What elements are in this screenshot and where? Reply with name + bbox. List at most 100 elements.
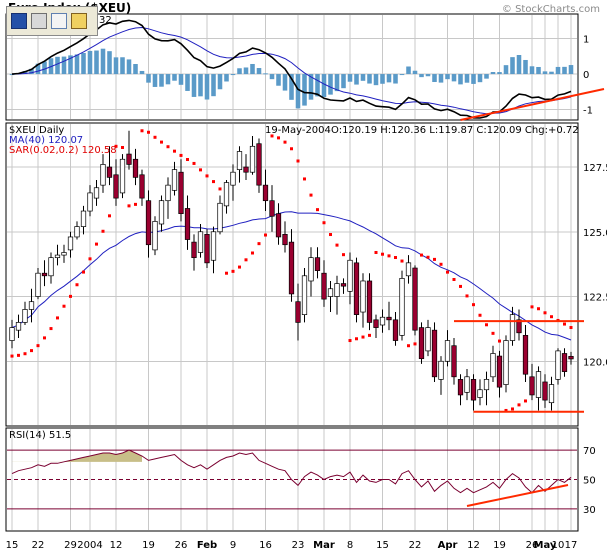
sar-dot	[530, 305, 534, 309]
macd-histogram-bar	[74, 54, 80, 75]
toolbar	[6, 6, 98, 36]
watermark: © StockCharts.com	[502, 4, 600, 15]
candle-body	[535, 371, 542, 398]
macd-histogram-bar	[139, 70, 145, 75]
candle-body	[496, 355, 503, 388]
macd-histogram-bar	[555, 66, 561, 75]
macd-histogram-bar	[120, 57, 125, 75]
candle-body	[67, 236, 74, 251]
x-tick-label: 10	[552, 540, 565, 551]
sar-dot	[283, 140, 287, 144]
sar-dot	[23, 352, 27, 356]
macd-histogram-bar	[438, 74, 444, 83]
candle-body	[444, 340, 451, 362]
macd-histogram-bar	[484, 74, 489, 79]
macd-histogram-bar	[295, 74, 301, 109]
sar-dot	[316, 208, 319, 212]
candle-body	[509, 314, 516, 341]
macd-histogram-bar	[542, 71, 548, 75]
macd-histogram-bar	[178, 74, 184, 85]
candle-body	[113, 174, 119, 199]
sar-dot	[296, 159, 300, 163]
edit-icon[interactable]	[71, 13, 87, 29]
sar-dot	[511, 407, 514, 411]
sar-dot	[160, 140, 163, 144]
sar-dot	[10, 354, 14, 358]
sar-dot	[342, 253, 345, 257]
sar-dot	[439, 262, 443, 266]
x-tick-label: 15	[376, 540, 389, 551]
candle-body	[171, 169, 178, 191]
macd-histogram-bar	[315, 74, 320, 97]
sar-dot	[101, 229, 105, 233]
macd-histogram-bar	[230, 74, 236, 76]
macd-histogram-bar	[250, 63, 255, 75]
candle-body	[412, 267, 418, 331]
macd-histogram-bar	[276, 74, 281, 86]
sar-dot	[420, 253, 423, 257]
macd-histogram-bar	[263, 73, 268, 75]
sar-dot	[17, 353, 20, 357]
macd-histogram-bar	[451, 74, 457, 82]
candle-body	[353, 262, 360, 315]
sar-dot	[225, 271, 228, 275]
macd-histogram-bar	[146, 74, 151, 83]
sar-dot	[134, 202, 137, 206]
macd-histogram-bar	[425, 74, 431, 77]
candle-body	[542, 381, 548, 401]
save-icon[interactable]	[11, 13, 27, 29]
x-tick-label: 8	[347, 540, 353, 551]
candle-body	[425, 327, 431, 352]
sar-dot	[322, 221, 326, 225]
candle-body	[366, 280, 373, 323]
macd-histogram-bar	[334, 74, 340, 92]
print-icon[interactable]	[31, 13, 47, 29]
macd-histogram-bar	[360, 74, 366, 81]
candle-body	[230, 171, 236, 186]
macd-histogram-bar	[529, 66, 535, 75]
sar-dot	[537, 307, 540, 311]
macd-histogram-bar	[185, 74, 190, 91]
macd-histogram-bar	[94, 50, 99, 75]
candle-body	[269, 200, 275, 217]
x-tick-label: Feb	[197, 540, 217, 551]
macd-histogram-bar	[165, 74, 171, 85]
candle-body	[191, 241, 197, 259]
sar-dot	[452, 277, 456, 281]
sar-dot	[212, 180, 215, 184]
candle-body	[126, 153, 132, 165]
sar-dot	[121, 145, 124, 149]
macd-histogram-bar	[42, 61, 47, 75]
candle-body	[522, 335, 529, 375]
sar-dot	[82, 270, 85, 274]
candle-body	[35, 272, 41, 297]
sar-dot	[251, 251, 254, 255]
sar-dot	[43, 336, 46, 340]
sar-dot	[244, 258, 248, 262]
macd-histogram-bar	[237, 68, 242, 75]
macd-histogram-bar	[536, 66, 541, 75]
sar-dot	[335, 243, 339, 247]
sar-dot	[30, 349, 33, 353]
macd-histogram-bar	[510, 57, 515, 75]
sar-dot	[309, 193, 313, 197]
sar-dot	[95, 242, 98, 246]
sar-dot	[264, 233, 267, 237]
candle-body	[178, 171, 184, 214]
candle-body	[28, 301, 35, 310]
candle-body	[418, 327, 425, 360]
email-icon[interactable]	[51, 13, 67, 29]
sar-dot	[257, 242, 261, 246]
macd-histogram-bar	[107, 51, 112, 75]
sar-dot	[153, 135, 157, 139]
macd-histogram-bar	[61, 56, 67, 75]
candle-body	[217, 202, 223, 233]
rsi-y-tick: 50	[583, 476, 596, 487]
sar-dot	[491, 331, 495, 335]
sar-dot	[147, 130, 150, 134]
candle-body	[197, 231, 204, 253]
candle-body	[9, 327, 15, 341]
candle-body	[204, 234, 210, 264]
candle-body	[548, 384, 555, 404]
rsi-y-tick: 70	[583, 446, 596, 457]
